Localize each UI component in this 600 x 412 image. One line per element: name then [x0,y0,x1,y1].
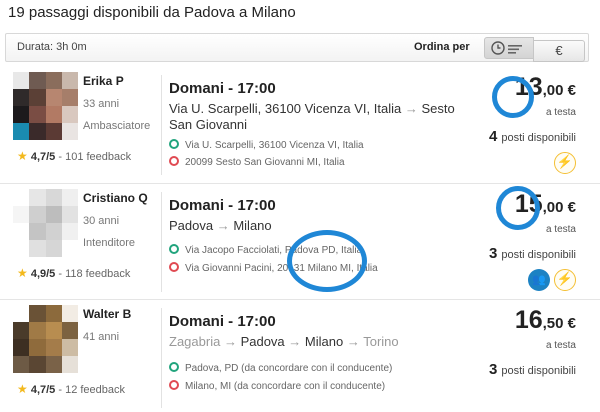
route-from: Via U. Scarpelli, 36100 Vicenza VI, Ital… [169,101,402,116]
route-arrow: → [216,218,230,233]
rating-value: 4,7/5 [30,151,56,163]
driver-name[interactable]: Walter B [83,307,131,321]
divider [161,308,162,408]
route-arrow: → [288,334,302,349]
avatar [13,72,78,140]
route-arrow: → [223,334,237,349]
pickup-dot-icon [169,139,179,149]
ladies-only-icon: 👥 [528,269,550,291]
price-decimal: ,50 € [542,315,576,332]
departure-time: Domani - 17:00 [169,80,276,97]
ride-card[interactable]: Cristiano Q 30 anni Intenditore ★ 4,9/5 … [0,183,600,300]
driver-rating: ★ 4,9/5 - 118 feedback [17,266,130,280]
pickup-dot-icon [169,244,179,254]
driver-level: Ambasciatore [83,120,151,132]
price-decimal: ,00 € [542,82,576,99]
dropoff-point: 20099 Sesto San Giovanni MI, Italia [169,156,345,168]
pickup-dot-icon [169,362,179,372]
divider [161,192,162,292]
dropoff-address: 20099 Sesto San Giovanni MI, Italia [185,157,345,168]
price-integer: 16 [514,306,543,334]
seats-count: 3 [489,245,498,262]
rating-value: 4,9/5 [30,268,56,280]
seats-label: posti disponibili [501,249,576,261]
highlight-circle [492,76,534,118]
driver-age: 30 anni [83,215,120,227]
seats-available: 4 posti disponibili [489,128,576,145]
star-icon: ★ [17,382,28,396]
feedback-count: - 101 feedback [58,151,132,163]
route: Via U. Scarpelli, 36100 Vicenza VI, Ital… [169,101,469,133]
per-seat-label: a testa [545,224,576,235]
seats-count: 3 [489,361,498,378]
route-arrow: → [346,334,360,349]
driver-name[interactable]: Erika P [83,74,124,88]
star-icon: ★ [17,149,28,163]
feedback-count: - 12 feedback [58,384,126,396]
route-to: Milano [233,218,272,233]
clock-list-icon [491,41,522,55]
lightning-icon: ⚡ [554,152,576,174]
route-from: Padova [169,218,214,233]
seats-available: 3 posti disponibili [489,361,576,378]
route-origin: Zagabria [169,334,221,349]
price: 16,50 € [515,306,576,335]
pickup-point: Via U. Scarpelli, 36100 Vicenza VI, Ital… [169,139,364,151]
dropoff-dot-icon [169,156,179,166]
highlight-circle [287,230,367,292]
route-destination: Torino [363,334,399,349]
sort-by-price-button[interactable]: € [533,40,585,62]
driver-rating: ★ 4,7/5 - 12 feedback [17,382,125,396]
driver-age: 41 anni [83,331,120,343]
star-icon: ★ [17,266,28,280]
per-seat-label: a testa [545,107,576,118]
seats-count: 4 [489,128,498,145]
driver-name[interactable]: Cristiano Q [83,191,148,205]
route: Zagabria → Padova → Milano → Torino [169,334,469,350]
highlight-circle [496,186,540,230]
driver-age: 33 anni [83,98,120,110]
departure-time: Domani - 17:00 [169,197,276,214]
driver-level: Intenditore [83,237,135,249]
seats-available: 3 posti disponibili [489,245,576,262]
divider [161,75,162,175]
departure-time: Domani - 17:00 [169,313,276,330]
duration-filter[interactable]: Durata: 3h 0m [17,41,87,53]
page-title: 19 passaggi disponibili da Padova a Mila… [8,4,296,21]
dropoff-point: Milano, MI (da concordare con il conduce… [169,380,385,392]
dropoff-address: Milano, MI (da concordare con il conduce… [185,381,386,392]
route-from: Padova [240,334,285,349]
price-decimal: ,00 € [542,199,576,216]
filter-bar: Durata: 3h 0m Ordina per € [5,33,589,62]
per-seat-label: a testa [545,340,576,351]
ride-card[interactable]: Erika P 33 anni Ambasciatore ★ 4,7/5 - 1… [0,67,600,184]
avatar [13,305,78,373]
pickup-address: Padova, PD (da concordare con il conduce… [185,363,393,374]
pickup-address: Via U. Scarpelli, 36100 Vicenza VI, Ital… [185,140,364,151]
route-arrow: → [404,101,418,116]
sort-by-time-button[interactable] [484,37,534,59]
avatar [13,189,78,257]
seats-label: posti disponibili [501,132,576,144]
seats-label: posti disponibili [501,365,576,377]
driver-rating: ★ 4,7/5 - 101 feedback [17,149,131,163]
lightning-icon: ⚡ [554,269,576,291]
pickup-point: Padova, PD (da concordare con il conduce… [169,362,392,374]
dropoff-dot-icon [169,262,179,272]
sort-label: Ordina per [414,41,470,53]
dropoff-dot-icon [169,380,179,390]
ride-card[interactable]: Walter B 41 anni ★ 4,7/5 - 12 feedback D… [0,299,600,412]
route-to: Milano [304,334,344,349]
feedback-count: - 118 feedback [58,268,131,280]
rating-value: 4,7/5 [30,384,56,396]
